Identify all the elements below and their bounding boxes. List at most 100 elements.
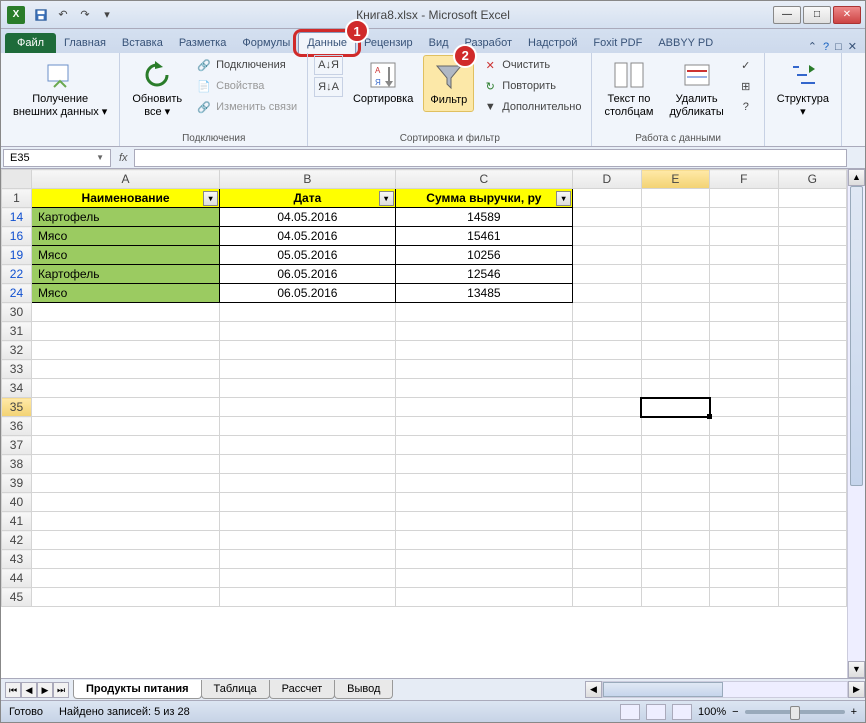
col-header-b[interactable]: B (220, 170, 395, 189)
cell[interactable] (31, 512, 219, 531)
cell[interactable] (395, 588, 573, 607)
fx-icon[interactable]: fx (113, 152, 134, 164)
get-external-data-button[interactable]: Получение внешних данных ▾ (7, 55, 113, 123)
cell[interactable] (573, 246, 641, 265)
filter-button[interactable]: 2 Фильтр (423, 55, 474, 112)
cell[interactable] (573, 531, 641, 550)
cell[interactable] (710, 208, 778, 227)
row-header[interactable]: 44 (2, 569, 32, 588)
cell-date[interactable]: 06.05.2016 (220, 265, 395, 284)
row-header[interactable]: 16 (2, 227, 32, 246)
cell[interactable] (710, 341, 778, 360)
row-header[interactable]: 43 (2, 550, 32, 569)
cell-sum[interactable]: 15461 (395, 227, 573, 246)
cell[interactable] (395, 417, 573, 436)
cell[interactable] (31, 360, 219, 379)
cell[interactable] (31, 398, 219, 417)
cell[interactable] (573, 436, 641, 455)
whatif-button[interactable]: ? (734, 97, 758, 117)
col-header-f[interactable]: F (710, 170, 778, 189)
cell[interactable] (31, 322, 219, 341)
cell[interactable] (710, 588, 778, 607)
row-header[interactable]: 37 (2, 436, 32, 455)
header-cell-sum[interactable]: Сумма выручки, ру▾ (395, 189, 573, 208)
cell[interactable] (641, 569, 709, 588)
view-normal-button[interactable] (620, 704, 640, 720)
cell[interactable] (573, 493, 641, 512)
cell[interactable] (710, 322, 778, 341)
cell[interactable] (573, 398, 641, 417)
cell[interactable] (778, 360, 847, 379)
cell[interactable] (710, 531, 778, 550)
tab-layout[interactable]: Разметка (171, 33, 235, 53)
cell[interactable] (220, 493, 395, 512)
row-header[interactable]: 38 (2, 455, 32, 474)
tab-file[interactable]: Файл (5, 33, 56, 53)
cell[interactable] (778, 208, 847, 227)
cell[interactable] (573, 512, 641, 531)
cell[interactable] (220, 531, 395, 550)
cell[interactable] (220, 512, 395, 531)
formula-input[interactable] (134, 149, 847, 167)
cell[interactable] (710, 417, 778, 436)
select-all-corner[interactable] (2, 170, 32, 189)
text-to-columns-button[interactable]: Текст по столбцам (598, 55, 659, 123)
cell[interactable] (31, 531, 219, 550)
mdi-close-icon[interactable]: ✕ (848, 40, 857, 53)
cell[interactable] (220, 303, 395, 322)
cell[interactable] (641, 436, 709, 455)
cell[interactable] (641, 455, 709, 474)
row-header[interactable]: 30 (2, 303, 32, 322)
cell[interactable] (573, 284, 641, 303)
cell[interactable] (220, 417, 395, 436)
tab-data[interactable]: Данные 1 (298, 32, 356, 53)
cell[interactable] (31, 493, 219, 512)
tab-view[interactable]: Вид (421, 33, 457, 53)
cell[interactable] (641, 303, 709, 322)
cell-name[interactable]: Мясо (31, 284, 219, 303)
zoom-slider[interactable] (745, 710, 845, 714)
cell[interactable] (395, 360, 573, 379)
tab-formulas[interactable]: Формулы (234, 33, 298, 53)
view-break-button[interactable] (672, 704, 692, 720)
cell[interactable] (710, 360, 778, 379)
cell[interactable] (395, 303, 573, 322)
cell[interactable] (710, 189, 778, 208)
cell[interactable] (573, 227, 641, 246)
cell[interactable] (395, 398, 573, 417)
cell[interactable] (395, 436, 573, 455)
scroll-up-button[interactable]: ▲ (848, 169, 865, 186)
cell[interactable] (573, 208, 641, 227)
cell[interactable] (573, 303, 641, 322)
cell[interactable] (710, 379, 778, 398)
cell[interactable] (778, 189, 847, 208)
cell[interactable] (573, 550, 641, 569)
cell[interactable] (710, 550, 778, 569)
zoom-out-button[interactable]: − (732, 706, 738, 718)
row-header[interactable]: 34 (2, 379, 32, 398)
undo-button[interactable]: ↶ (53, 5, 73, 25)
zoom-in-button[interactable]: + (851, 706, 857, 718)
cell-sum[interactable]: 13485 (395, 284, 573, 303)
cell[interactable] (395, 455, 573, 474)
name-box-dropdown-icon[interactable]: ▼ (96, 153, 104, 162)
cell[interactable] (220, 341, 395, 360)
cell[interactable] (395, 341, 573, 360)
ribbon-minimize-icon[interactable]: ⌃ (808, 40, 817, 53)
mdi-restore-icon[interactable]: □ (835, 41, 842, 53)
col-header-e[interactable]: E (641, 170, 709, 189)
cell[interactable] (31, 341, 219, 360)
row-header-1[interactable]: 1 (2, 189, 32, 208)
cell[interactable] (395, 512, 573, 531)
cell[interactable] (641, 360, 709, 379)
cell[interactable] (395, 379, 573, 398)
sheet-nav-prev[interactable]: ◀ (21, 682, 37, 698)
cell[interactable] (220, 360, 395, 379)
cell[interactable] (31, 379, 219, 398)
cell[interactable] (31, 455, 219, 474)
cell[interactable] (31, 588, 219, 607)
cell-name[interactable]: Мясо (31, 246, 219, 265)
cell[interactable] (710, 455, 778, 474)
cell[interactable] (778, 284, 847, 303)
sheet-tab-3[interactable]: Вывод (334, 680, 393, 699)
